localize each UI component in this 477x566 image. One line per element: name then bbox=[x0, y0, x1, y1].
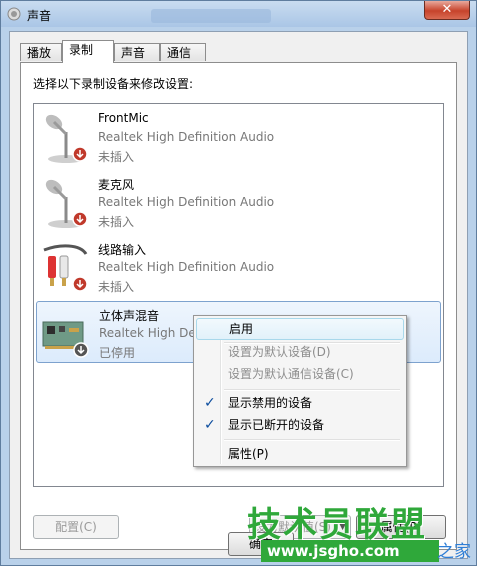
title-bar[interactable]: 声音 ✕ bbox=[1, 1, 476, 27]
menu-item-set-default-comm-device[interactable]: 设置为默认通信设备(C) bbox=[196, 363, 404, 385]
watermark-title: 技术员联盟 bbox=[247, 505, 427, 545]
sound-dialog: 声音 ✕ 播放 录制 声音 通信 选择以下录制设备来修改设置: FrontMic… bbox=[0, 0, 477, 566]
device-status: 未插入 bbox=[98, 280, 135, 294]
menu-item-show-disabled-devices[interactable]: ✓ 显示禁用的设备 bbox=[196, 392, 404, 414]
microphone-icon bbox=[45, 114, 88, 163]
watermark-suffix: 之家 bbox=[437, 542, 471, 562]
device-status: 未插入 bbox=[98, 215, 135, 229]
checkmark-icon: ✓ bbox=[204, 417, 216, 433]
tab-sounds[interactable]: 声音 bbox=[114, 43, 160, 61]
menu-item-show-disconnected-devices[interactable]: ✓ 显示已断开的设备 bbox=[196, 414, 404, 436]
device-driver: Realtek High Definition Audio bbox=[98, 130, 275, 144]
watermark-url: www.jsgho.com bbox=[261, 540, 439, 562]
title-blur bbox=[151, 9, 271, 23]
device-driver: Realtek High Definition Audio bbox=[98, 195, 275, 209]
checkmark-icon: ✓ bbox=[204, 395, 216, 411]
sound-card-icon bbox=[42, 321, 89, 358]
recording-panel: 选择以下录制设备来修改设置: FrontMic Realtek High Def… bbox=[20, 62, 457, 550]
device-status: 未插入 bbox=[98, 150, 135, 164]
tab-communications[interactable]: 通信 bbox=[160, 43, 206, 61]
speaker-icon bbox=[7, 7, 21, 21]
menu-item-label: 显示禁用的设备 bbox=[228, 396, 313, 410]
menu-item-label: 显示已断开的设备 bbox=[228, 418, 325, 432]
configure-button[interactable]: 配置(C) bbox=[33, 515, 119, 539]
device-name: FrontMic bbox=[98, 111, 149, 125]
menu-separator bbox=[224, 389, 400, 391]
close-button[interactable]: ✕ bbox=[424, 1, 470, 20]
menu-item-set-default-device[interactable]: 设置为默认设备(D) bbox=[196, 341, 404, 363]
window-title: 声音 bbox=[27, 9, 52, 23]
device-item-line-in[interactable]: 线路输入 Realtek High Definition Audio 未插入 bbox=[36, 236, 441, 298]
microphone-icon bbox=[45, 179, 88, 228]
device-item-frontmic[interactable]: FrontMic Realtek High Definition Audio 未… bbox=[36, 106, 441, 168]
dialog-client: 播放 录制 声音 通信 选择以下录制设备来修改设置: FrontMic Real… bbox=[9, 31, 468, 559]
menu-separator bbox=[224, 439, 400, 441]
device-driver: Realtek High Definition Audio bbox=[98, 260, 275, 274]
device-name: 立体声混音 bbox=[99, 309, 160, 323]
instruction-text: 选择以下录制设备来修改设置: bbox=[33, 77, 194, 91]
device-status: 已停用 bbox=[99, 346, 136, 360]
device-context-menu: 启用 设置为默认设备(D) 设置为默认通信设备(C) ✓ 显示禁用的设备 ✓ 显… bbox=[193, 315, 407, 467]
tab-playback[interactable]: 播放 bbox=[20, 43, 62, 61]
menu-item-enable[interactable]: 启用 bbox=[196, 318, 404, 340]
tab-recording[interactable]: 录制 bbox=[62, 40, 114, 63]
device-name: 麦克风 bbox=[98, 178, 135, 192]
device-name: 线路输入 bbox=[98, 243, 147, 257]
line-in-jack-icon bbox=[43, 244, 88, 292]
menu-item-properties[interactable]: 属性(P) bbox=[196, 443, 404, 465]
device-item-microphone[interactable]: 麦克风 Realtek High Definition Audio 未插入 bbox=[36, 171, 441, 233]
